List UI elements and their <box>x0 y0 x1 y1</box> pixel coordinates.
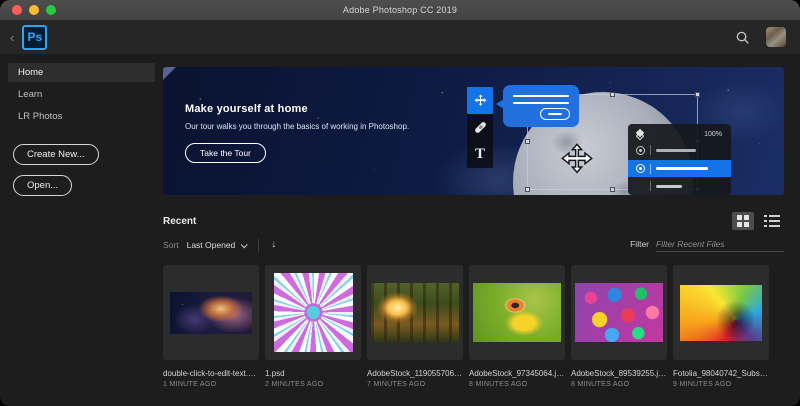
move-cursor-icon <box>561 143 593 180</box>
window-title: Adobe Photoshop CC 2019 <box>343 5 457 15</box>
selection-handle <box>610 92 615 97</box>
sort-label: Sort <box>163 240 179 250</box>
file-thumbnail <box>575 283 663 342</box>
filter-label: Filter <box>630 239 649 249</box>
file-card[interactable] <box>673 265 769 360</box>
filter-input[interactable] <box>656 238 784 252</box>
layers-panel-illustration: 100% <box>628 124 731 195</box>
layers-icon <box>637 130 643 139</box>
sidebar-item-learn[interactable]: Learn <box>8 85 155 104</box>
tooltip-bubble <box>503 85 579 127</box>
zoom-window-button[interactable] <box>46 5 56 15</box>
file-name: AdobeStock_119055706.jpeg <box>367 369 463 378</box>
selection-handle <box>695 92 700 97</box>
file-thumbnail <box>473 283 561 342</box>
file-card[interactable] <box>163 265 259 360</box>
recent-section-title: Recent <box>163 216 196 227</box>
close-window-button[interactable] <box>12 5 22 15</box>
list-view-icon[interactable] <box>764 212 784 230</box>
main-area: Home Learn LR Photos Create New... Open.… <box>0 54 800 406</box>
content-area: T 100% <box>163 54 800 406</box>
app-header-bar: ‹ Ps <box>0 20 800 54</box>
file-time: 7 MINUTES AGO <box>367 381 463 388</box>
opacity-value: 100% <box>704 131 722 138</box>
file-card[interactable] <box>469 265 565 360</box>
sidebar: Home Learn LR Photos Create New... Open.… <box>0 54 163 406</box>
banner-subtitle: Our tour walks you through the basics of… <box>185 122 409 131</box>
file-name: AdobeStock_89539255.jpeg <box>571 369 667 378</box>
bubble-text-line <box>513 102 569 104</box>
type-tool-icon: T <box>467 141 493 168</box>
file-card[interactable] <box>571 265 667 360</box>
healing-brush-tool-icon <box>467 114 493 141</box>
move-tool-icon <box>467 87 493 114</box>
photoshop-home-window: Adobe Photoshop CC 2019 ‹ Ps Home Learn … <box>0 0 800 406</box>
file-card[interactable] <box>367 265 463 360</box>
file-time: 1 MINUTE AGO <box>163 381 259 388</box>
back-chevron-icon[interactable]: ‹ <box>10 31 14 44</box>
divider <box>258 239 259 252</box>
file-name: Fotolia_98040742_Subscripti… <box>673 369 769 378</box>
user-avatar[interactable] <box>766 27 786 47</box>
file-name: 1.psd <box>265 369 361 378</box>
layer-visibility-eye-icon <box>636 146 645 155</box>
sidebar-item-home[interactable]: Home <box>8 63 155 82</box>
window-controls <box>12 5 56 15</box>
recent-file-item: AdobeStock_97345064.jpeg 8 MINUTES AGO <box>469 265 565 388</box>
file-card[interactable] <box>265 265 361 360</box>
layer-visibility-eye-icon <box>636 164 645 173</box>
chevron-down-icon <box>241 241 248 248</box>
file-thumbnail <box>680 285 762 341</box>
open-button[interactable]: Open... <box>13 175 72 196</box>
titlebar: Adobe Photoshop CC 2019 <box>0 0 800 20</box>
selection-handle <box>610 187 615 192</box>
file-name: double-click-to-edit-text.png <box>163 369 259 378</box>
recent-files-grid: double-click-to-edit-text.png 1 MINUTE A… <box>163 265 784 388</box>
file-time: 8 MINUTES AGO <box>571 381 667 388</box>
recent-file-item: AdobeStock_89539255.jpeg 8 MINUTES AGO <box>571 265 667 388</box>
tour-banner: T 100% <box>163 67 784 195</box>
bubble-text-line <box>513 95 569 97</box>
file-thumbnail <box>274 273 353 352</box>
file-thumbnail <box>371 283 459 342</box>
grid-view-icon[interactable] <box>732 212 754 230</box>
sidebar-item-lr-photos[interactable]: LR Photos <box>8 107 155 126</box>
selected-layer-row <box>628 160 731 177</box>
file-name: AdobeStock_97345064.jpeg <box>469 369 565 378</box>
selection-handle <box>525 187 530 192</box>
file-thumbnail <box>170 292 252 334</box>
create-new-button[interactable]: Create New... <box>13 144 99 165</box>
mini-toolbar: T <box>467 87 493 168</box>
recent-file-item: double-click-to-edit-text.png 1 MINUTE A… <box>163 265 259 388</box>
sort-dropdown[interactable]: Last Opened <box>187 240 247 250</box>
recent-file-item: Fotolia_98040742_Subscripti… 9 MINUTES A… <box>673 265 769 388</box>
recent-file-item: 1.psd 2 MINUTES AGO <box>265 265 361 388</box>
minimize-window-button[interactable] <box>29 5 39 15</box>
photoshop-logo[interactable]: Ps <box>22 25 47 50</box>
banner-title: Make yourself at home <box>185 103 409 115</box>
file-time: 9 MINUTES AGO <box>673 381 769 388</box>
take-the-tour-button[interactable]: Take the Tour <box>185 143 266 163</box>
sort-direction-icon[interactable]: ↓ <box>271 240 276 250</box>
selection-handle <box>525 139 530 144</box>
bubble-button-outline <box>540 108 570 120</box>
search-icon[interactable] <box>735 30 750 45</box>
file-time: 8 MINUTES AGO <box>469 381 565 388</box>
file-time: 2 MINUTES AGO <box>265 381 361 388</box>
recent-file-item: AdobeStock_119055706.jpeg 7 MINUTES AGO <box>367 265 463 388</box>
